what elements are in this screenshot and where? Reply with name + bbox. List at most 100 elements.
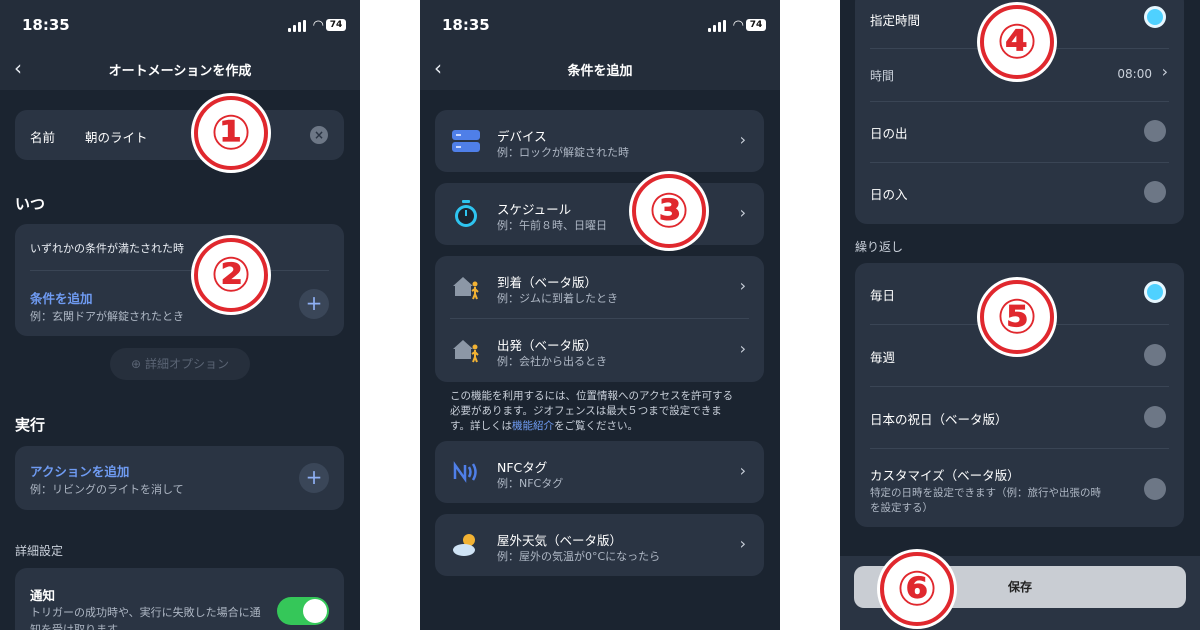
status-bar: 18:35 ◠ 74	[420, 0, 780, 46]
when-heading: いつ	[15, 195, 46, 213]
divider	[30, 270, 329, 271]
note-line-2: 必要があります。ジオフェンスは最大５つまで設定できま	[450, 405, 722, 417]
note-line-3a: す。詳しくは	[450, 420, 512, 432]
option-jp-holidays[interactable]: 日本の祝日（ベータ版）	[855, 387, 1184, 448]
add-action-row[interactable]: アクションを追加 例：リビングのライトを消して +	[15, 446, 344, 510]
chevron-right-icon: ›	[739, 203, 746, 222]
step-badge-6: ⑥	[880, 552, 954, 626]
exec-heading: 実行	[15, 416, 46, 434]
step-badge-1: ①	[194, 96, 268, 170]
notify-toggle[interactable]	[277, 597, 329, 625]
weather-title: 屋外天気（ベータ版）	[497, 533, 623, 548]
repeat-heading: 繰り返し	[855, 240, 904, 254]
radio-icon[interactable]	[1144, 181, 1166, 203]
arrive-title: 到着（ベータ版）	[497, 275, 598, 290]
weather-example: 例：屋外の気温が0°Cになったら	[497, 550, 661, 563]
device-icon	[451, 126, 481, 156]
customize-label: カスタマイズ（ベータ版）	[870, 468, 1020, 483]
add-action-label: アクションを追加	[30, 464, 130, 479]
page-title: オートメーションを作成	[108, 64, 252, 79]
plus-circle-icon: ⊕	[131, 357, 142, 371]
option-sunrise[interactable]: 日の出	[855, 102, 1184, 162]
nfc-example: 例：NFCタグ	[497, 477, 564, 490]
when-condition: いずれかの条件が満たされた時	[30, 242, 184, 255]
name-field[interactable]: 名前 朝のライト ×	[15, 110, 344, 160]
note-line-1: この機能を利用するには、位置情報へのアクセスを許可する	[450, 390, 733, 402]
add-action-plus-icon[interactable]: +	[299, 463, 329, 493]
depart-example: 例：会社から出るとき	[497, 355, 607, 368]
signal-icon	[708, 20, 726, 32]
add-action-example: 例：リビングのライトを消して	[30, 483, 184, 496]
wifi-icon: ◠	[312, 18, 324, 33]
status-time: 18:35	[442, 16, 490, 34]
time-label: 時間	[870, 69, 895, 83]
name-value: 朝のライト	[85, 130, 148, 145]
option-sunset[interactable]: 日の入	[855, 163, 1184, 223]
condition-arrive[interactable]: 到着（ベータ版） 例：ジムに到着したとき ›	[435, 256, 764, 318]
sunset-label: 日の入	[870, 187, 908, 202]
nav-bar: ‹ 条件を追加	[420, 46, 780, 90]
notify-title: 通知	[30, 588, 56, 603]
when-card: いずれかの条件が満たされた時 条件を追加 例：玄関ドアが解錠されたとき +	[15, 224, 344, 336]
schedule-example: 例：午前８時、日曜日	[497, 219, 607, 232]
status-time: 18:35	[22, 16, 70, 34]
option-customize[interactable]: カスタマイズ（ベータ版） 特定の日時を設定できます（例：旅行や出張の時 を設定す…	[855, 449, 1184, 527]
customize-desc-2: を設定する）	[870, 502, 933, 514]
notify-desc-1: トリガーの成功時や、実行に失敗した場合に通	[30, 606, 261, 619]
geofence-note: この機能を利用するには、位置情報へのアクセスを許可する 必要があります。ジオフェ…	[450, 389, 733, 434]
add-condition-plus-icon[interactable]: +	[299, 289, 329, 319]
page-title: 条件を追加	[567, 64, 633, 79]
home-arrive-icon	[451, 272, 481, 302]
clear-icon[interactable]: ×	[310, 126, 328, 144]
specified-time-label: 指定時間	[870, 13, 921, 28]
chevron-right-icon: ›	[739, 461, 746, 480]
weekly-label: 毎週	[870, 350, 896, 365]
customize-desc-1: 特定の日時を設定できます（例：旅行や出張の時	[870, 487, 1101, 499]
step-badge-3: ③	[632, 174, 706, 248]
chevron-right-icon: ›	[739, 276, 746, 295]
add-condition-label: 条件を追加	[30, 291, 93, 306]
radio-icon[interactable]	[1144, 406, 1166, 428]
radio-icon[interactable]	[1144, 478, 1166, 500]
status-bar: 18:35 ◠ 74	[0, 0, 360, 46]
signal-icon	[288, 20, 306, 32]
home-depart-icon	[451, 335, 481, 365]
sunrise-label: 日の出	[870, 126, 908, 141]
note-line-3b: をご覧ください。	[553, 420, 638, 432]
radio-icon[interactable]	[1144, 120, 1166, 142]
nav-bar: ‹ オートメーションを作成	[0, 46, 360, 90]
chevron-right-icon: ›	[739, 534, 746, 553]
timer-icon	[451, 199, 481, 229]
detail-options-label: 詳細オプション	[144, 357, 229, 371]
add-condition-example: 例：玄関ドアが解錠されたとき	[30, 310, 184, 323]
radio-selected-icon[interactable]	[1144, 6, 1166, 28]
screen-add-condition: 18:35 ◠ 74 ‹ 条件を追加 デバイス 例：ロックが解錠された時 › ス…	[420, 0, 780, 630]
condition-weather[interactable]: 屋外天気（ベータ版） 例：屋外の気温が0°Cになったら ›	[435, 514, 764, 576]
detail-options-button[interactable]: ⊕ 詳細オプション	[110, 348, 250, 380]
device-example: 例：ロックが解錠された時	[497, 146, 629, 159]
wifi-icon: ◠	[732, 18, 744, 33]
radio-selected-icon[interactable]	[1144, 281, 1166, 303]
condition-device[interactable]: デバイス 例：ロックが解錠された時 ›	[435, 110, 764, 172]
radio-icon[interactable]	[1144, 344, 1166, 366]
device-title: デバイス	[497, 129, 547, 144]
chevron-right-icon: ›	[1161, 62, 1168, 81]
condition-schedule[interactable]: スケジュール 例：午前８時、日曜日 ›	[435, 183, 764, 245]
condition-nfc[interactable]: NFCタグ 例：NFCタグ ›	[435, 441, 764, 503]
screen-create-automation: 18:35 ◠ 74 ‹ オートメーションを作成 名前 朝のライト × いつ い…	[0, 0, 360, 630]
chevron-right-icon: ›	[739, 130, 746, 149]
feature-intro-link[interactable]: 機能紹介	[512, 420, 554, 432]
battery-icon: 74	[746, 19, 766, 31]
condition-depart[interactable]: 出発（ベータ版） 例：会社から出るとき ›	[435, 319, 764, 381]
weather-icon	[451, 530, 481, 560]
step-badge-4: ④	[980, 5, 1054, 79]
step-badge-5: ⑤	[980, 280, 1054, 354]
step-badge-2: ②	[194, 238, 268, 312]
arrive-example: 例：ジムに到着したとき	[497, 292, 618, 305]
jp-holidays-label: 日本の祝日（ベータ版）	[870, 412, 1008, 427]
advanced-heading: 詳細設定	[15, 544, 64, 558]
name-label: 名前	[30, 130, 56, 145]
nfc-title: NFCタグ	[497, 460, 548, 475]
notify-card: 通知 トリガーの成功時や、実行に失敗した場合に通 知を受け取ります	[15, 568, 344, 630]
notify-desc-2: 知を受け取ります	[30, 623, 118, 630]
